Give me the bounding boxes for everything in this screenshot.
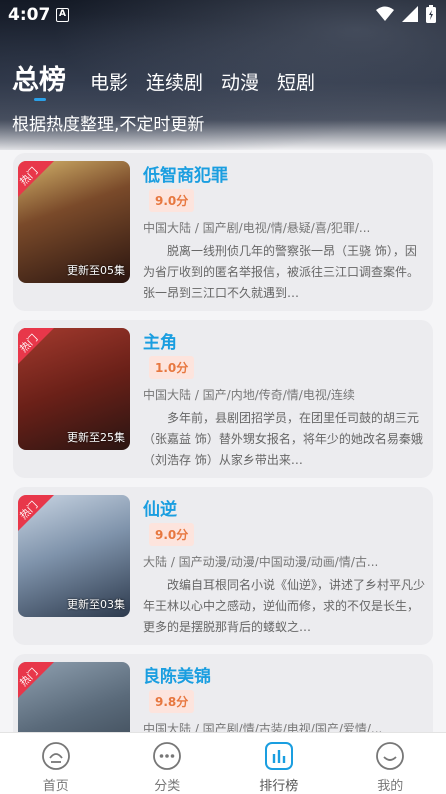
nav-ranking[interactable]: 排行榜 — [223, 733, 335, 794]
tab-indicator — [34, 98, 46, 101]
item-title[interactable]: 主角 — [143, 328, 177, 353]
nav-label: 分类 — [154, 779, 181, 794]
wifi-icon — [376, 6, 394, 21]
item-description: 改编自耳根同名小说《仙逆》，讲述了乡村平凡少年王林以心中之感动，逆仙而修，求的不… — [143, 578, 425, 634]
poster-image: 热门 更新至05集 — [18, 161, 130, 283]
notification-icon: A — [56, 8, 69, 22]
ranking-card[interactable]: 热门 更新至05集 低智商犯罪 9.0分 中国大陆 / 国产剧/电视/情/悬疑/… — [13, 153, 433, 311]
update-status: 更新至05集 — [67, 264, 125, 277]
nav-label: 排行榜 — [259, 779, 299, 794]
score-badge: 9.0分 — [149, 189, 195, 212]
status-bar: 4:07 A — [0, 0, 446, 30]
item-title[interactable]: 低智商犯罪 — [143, 161, 228, 186]
category-tabs: 总榜 电影 连续剧 动漫 短剧 — [12, 58, 333, 101]
tab-anime[interactable]: 动漫 — [221, 68, 259, 95]
page-subtitle: 根据热度整理,不定时更新 — [12, 115, 205, 135]
nav-profile[interactable]: 我的 — [335, 733, 446, 794]
item-tags: 中国大陆 / 国产/内地/传奇/情/电视/连续 — [143, 388, 355, 402]
item-description: 多年前，县剧团招学员，在团里任司鼓的胡三元（张嘉益 饰）替外甥女报名，将年少的她… — [143, 411, 423, 467]
home-icon — [41, 742, 70, 770]
nav-label: 我的 — [377, 779, 404, 794]
ranking-icon — [264, 742, 293, 770]
hot-badge: 热门 — [18, 495, 54, 531]
hot-badge: 热门 — [18, 328, 54, 364]
score-badge: 9.0分 — [149, 523, 195, 546]
item-title[interactable]: 仙逆 — [143, 495, 177, 520]
tab-overall[interactable]: 总榜 — [12, 58, 66, 101]
tab-movies[interactable]: 电影 — [90, 68, 128, 95]
item-tags: 中国大陆 / 国产剧/电视/情/悬疑/喜/犯罪/... — [143, 221, 371, 235]
signal-icon — [402, 6, 418, 22]
update-status: 更新至03集 — [67, 598, 125, 611]
bottom-navigation: 首页 分类 排行榜 我的 — [0, 732, 446, 794]
ranking-card[interactable]: 热门 更新至03集 仙逆 9.0分 大陆 / 国产动漫/动漫/中国动漫/动画/情… — [13, 487, 433, 645]
item-description: 脱离一线刑侦几年的警察张一昂（王骁 饰），因为省厅收到的匿名举报信，被派往三江口… — [143, 244, 420, 300]
nav-home[interactable]: 首页 — [0, 733, 112, 794]
category-icon — [153, 742, 182, 770]
poster-image: 热门 更新至03集 — [18, 495, 130, 617]
nav-label: 首页 — [42, 779, 69, 794]
status-time: 4:07 — [8, 5, 51, 25]
update-status: 更新至25集 — [67, 431, 125, 444]
tab-series[interactable]: 连续剧 — [146, 68, 203, 95]
ranking-card[interactable]: 热门 更新至25集 主角 1.0分 中国大陆 / 国产/内地/传奇/情/电视/连… — [13, 320, 433, 478]
profile-icon — [376, 742, 405, 770]
hot-badge: 热门 — [18, 662, 54, 698]
battery-icon — [426, 5, 436, 23]
tab-label: 总榜 — [12, 65, 66, 96]
item-title[interactable]: 良陈美锦 — [143, 662, 211, 687]
score-badge: 9.8分 — [149, 690, 195, 713]
score-badge: 1.0分 — [149, 356, 195, 379]
hot-badge: 热门 — [18, 161, 54, 197]
poster-image: 热门 更新至25集 — [18, 328, 130, 450]
item-tags: 大陆 / 国产动漫/动漫/中国动漫/动画/情/古... — [143, 555, 379, 569]
nav-category[interactable]: 分类 — [112, 733, 224, 794]
tab-shorts[interactable]: 短剧 — [277, 68, 315, 95]
